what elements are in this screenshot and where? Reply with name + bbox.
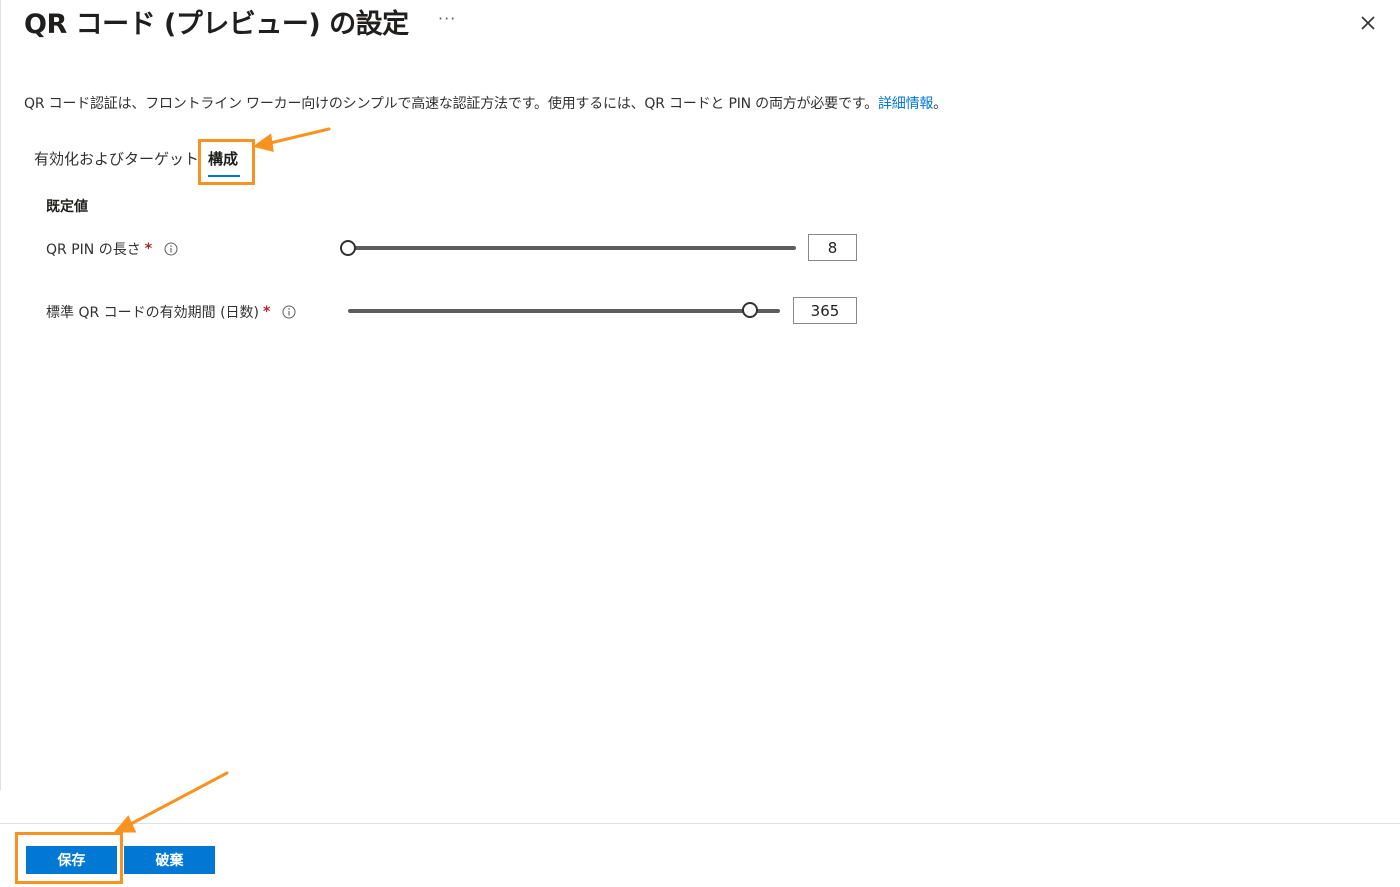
pin-length-slider-thumb[interactable] bbox=[340, 240, 356, 256]
arrow-to-tab-line bbox=[264, 127, 331, 146]
section-title: 既定値 bbox=[46, 199, 88, 215]
annotation-arrows bbox=[113, 127, 331, 833]
validity-label-row: 標準 QR コードの有効期間 (日数) * bbox=[46, 302, 296, 322]
panel-left-border bbox=[0, 0, 1, 790]
description-suffix: 。 bbox=[933, 96, 947, 112]
more-options-icon[interactable]: ··· bbox=[438, 9, 456, 28]
pin-length-label: QR PIN の長さ bbox=[46, 242, 141, 258]
description-text: QR コード認証は、フロントライン ワーカー向けのシンプルで高速な認証方法です。… bbox=[24, 96, 878, 112]
pin-length-label-row: QR PIN の長さ * bbox=[46, 239, 178, 259]
arrow-to-save-head bbox=[113, 815, 137, 833]
validity-input[interactable]: 365 bbox=[793, 297, 857, 324]
validity-slider-track[interactable] bbox=[348, 309, 780, 313]
validity-label: 標準 QR コードの有効期間 (日数) bbox=[46, 305, 260, 321]
tab-highlight-box bbox=[198, 139, 255, 185]
validity-slider-thumb[interactable] bbox=[741, 302, 758, 318]
discard-button[interactable]: 破棄 bbox=[124, 846, 215, 874]
required-marker: * bbox=[263, 304, 271, 320]
pin-length-input[interactable]: 8 bbox=[808, 234, 857, 261]
required-marker: * bbox=[144, 241, 153, 257]
tab-enable-and-target[interactable]: 有効化およびターゲット bbox=[34, 148, 199, 169]
arrow-to-tab-head bbox=[252, 133, 274, 152]
footer-divider bbox=[0, 823, 1400, 824]
pin-length-slider-track[interactable] bbox=[348, 246, 796, 250]
description: QR コード認証は、フロントライン ワーカー向けのシンプルで高速な認証方法です。… bbox=[24, 93, 947, 113]
settings-panel: QR コード (プレビュー) の設定 ··· QR コード認証は、フロントライン… bbox=[0, 0, 1400, 887]
page-title: QR コード (プレビュー) の設定 bbox=[24, 9, 409, 40]
arrow-to-save-line bbox=[125, 771, 229, 828]
learn-more-link[interactable]: 詳細情報 bbox=[878, 96, 933, 112]
info-icon[interactable] bbox=[282, 305, 296, 319]
info-icon[interactable] bbox=[164, 242, 178, 256]
save-highlight-box bbox=[15, 832, 123, 884]
close-icon[interactable] bbox=[1357, 12, 1379, 34]
